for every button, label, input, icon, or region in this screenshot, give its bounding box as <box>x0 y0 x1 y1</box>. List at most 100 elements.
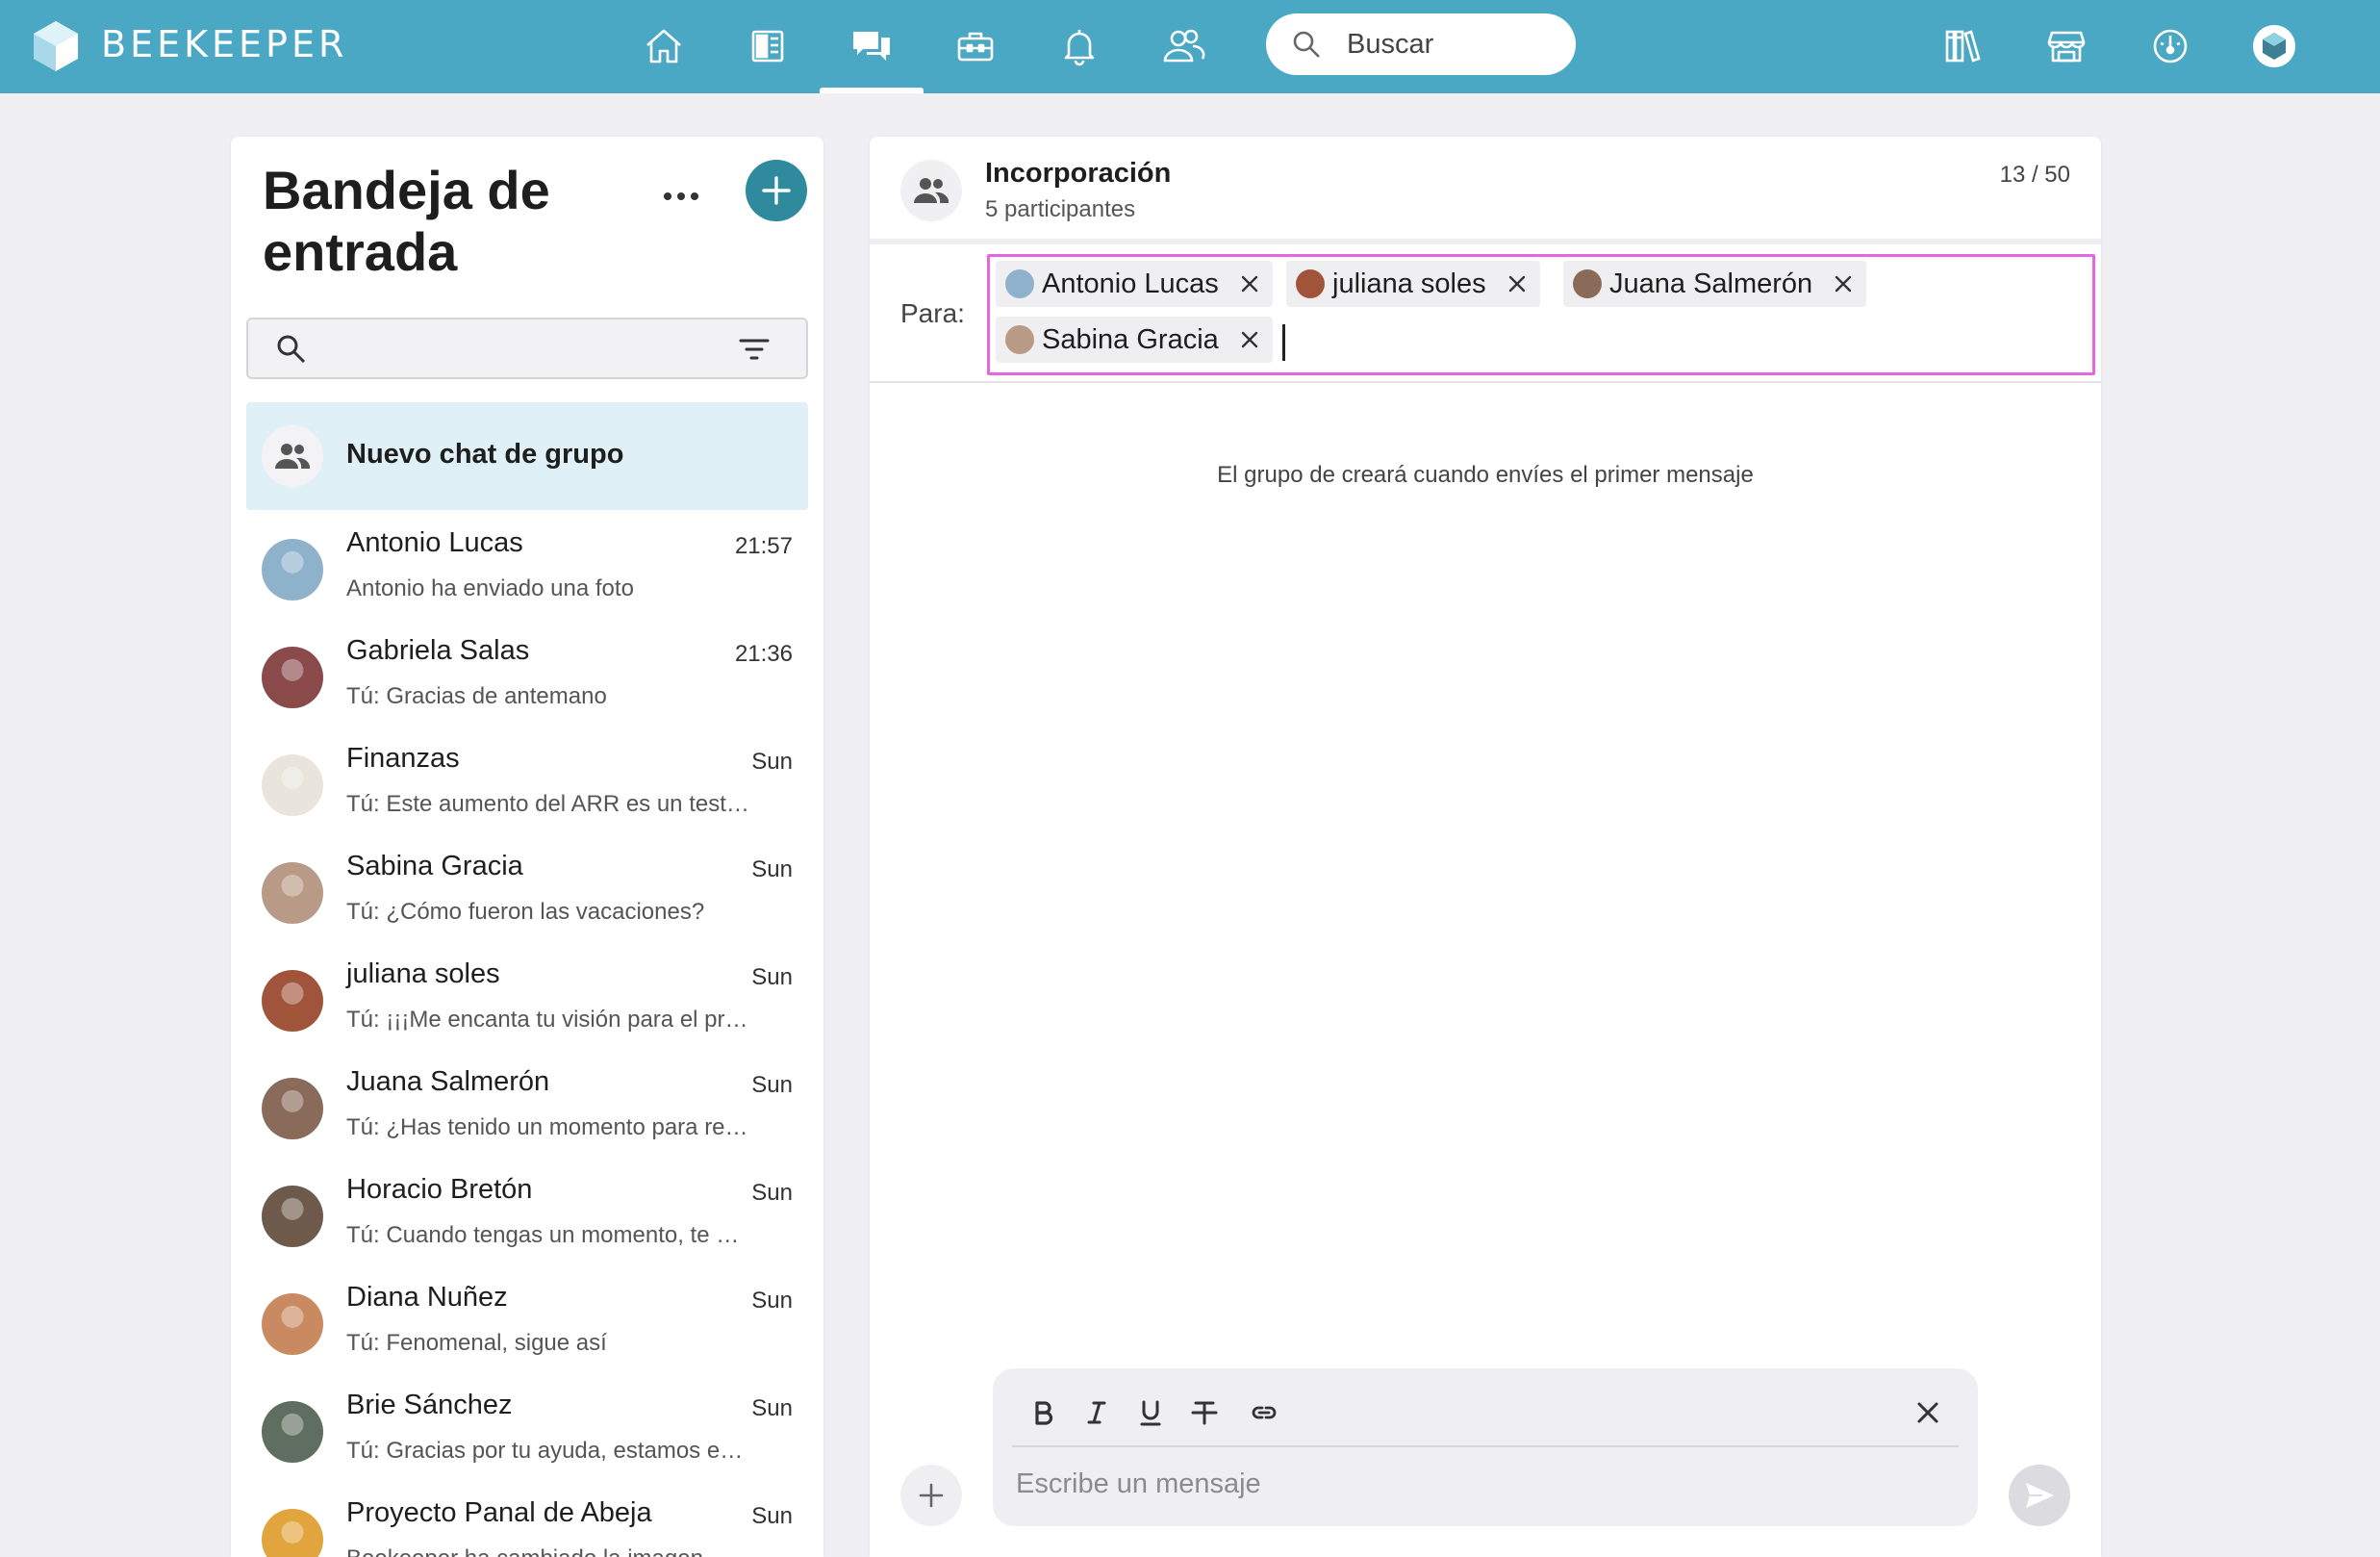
conversation-name: Juana Salmerón <box>346 1066 550 1097</box>
brand-name: BEEKEEPER <box>101 23 348 65</box>
conversation-preview: Tú: ¡¡¡Me encanta tu visión para el proy… <box>346 1007 750 1033</box>
bold-icon <box>1035 1401 1053 1425</box>
conversation-name: Antonio Lucas <box>346 527 523 558</box>
more-options-button[interactable] <box>654 177 708 216</box>
recipient-avatar <box>1296 269 1325 298</box>
news-icon[interactable] <box>741 19 795 73</box>
recipients-field[interactable]: Antonio Lucas juliana soles Juana Salmer… <box>987 254 2095 375</box>
underline-button[interactable] <box>1129 1391 1172 1434</box>
conversation-preview: Tú: Este aumento del ARR es un testimoni… <box>346 791 750 817</box>
conversation-preview: Tú: ¿Cómo fueron las vacaciones? <box>346 899 705 925</box>
recipients-row: Para: Antonio Lucas juliana soles Juana … <box>870 250 2101 383</box>
search-icon <box>1293 31 1320 58</box>
italic-button[interactable] <box>1076 1391 1118 1434</box>
profile-icon[interactable] <box>2247 19 2301 73</box>
top-bar: BEEKEEPER Buscar <box>0 0 2380 93</box>
send-button[interactable] <box>2009 1465 2070 1526</box>
filter-icon[interactable] <box>739 337 770 362</box>
avatar <box>262 862 323 924</box>
conversation-item[interactable]: Sabina Gracia Sun Tú: ¿Cómo fueron las vac… <box>246 839 808 947</box>
recipient-avatar <box>1005 269 1034 298</box>
global-search-placeholder: Buscar <box>1347 28 1434 60</box>
avatar <box>262 647 323 708</box>
chat-panel: Incorporación 5 participantes 13 / 50 Pa… <box>870 137 2101 1557</box>
recipient-chip: Juana Salmerón <box>1563 261 1867 307</box>
conversation-time: 21:36 <box>734 641 793 667</box>
conversation-time: Sun <box>751 749 793 775</box>
conversation-item[interactable]: Brie Sánchez Sun Tú: Gracias por tu ayuda,… <box>246 1378 808 1486</box>
conversation-name: Horacio Bretón <box>346 1174 533 1205</box>
group-avatar[interactable] <box>900 160 962 221</box>
conversation-item[interactable]: Antonio Lucas 21:57 Antonio ha enviado una… <box>246 516 808 624</box>
conversation-time: 21:57 <box>734 533 793 559</box>
group-avatar <box>262 425 323 487</box>
conversation-preview: Tú: Cuando tengas un momento, te agradec… <box>346 1222 750 1248</box>
people-icon[interactable] <box>1156 19 1210 73</box>
conversation-preview: Beekeeper ha cambiado la imagen <box>346 1545 750 1557</box>
home-icon[interactable] <box>637 19 691 73</box>
recipient-name: juliana soles <box>1332 268 1486 299</box>
conversation-name: Proyecto Panal de Abeja <box>346 1497 652 1528</box>
conversation-item[interactable]: Gabriela Salas 21:36 Tú: Gracias de antema… <box>246 624 808 731</box>
conversation-preview: Tú: Fenomenal, sigue así <box>346 1330 607 1356</box>
attach-button[interactable] <box>900 1465 962 1526</box>
avatar <box>262 1401 323 1463</box>
message-input[interactable] <box>1016 1455 1939 1513</box>
recipient-chip: Antonio Lucas <box>996 261 1273 307</box>
beekeeper-logo-icon[interactable] <box>32 19 80 73</box>
chat-icon[interactable] <box>845 19 899 73</box>
bell-icon[interactable] <box>1052 19 1106 73</box>
new-group-chat-label: Nuevo chat de grupo <box>346 439 624 470</box>
recipient-avatar <box>1573 269 1602 298</box>
title-char-counter: 13 / 50 <box>1999 162 2070 188</box>
more-horizontal-icon <box>664 192 698 200</box>
plus-icon <box>762 176 791 205</box>
conversation-time: Sun <box>751 856 793 882</box>
avatar <box>262 539 323 600</box>
close-formatting-button[interactable] <box>1907 1391 1949 1434</box>
conversation-list: Antonio Lucas 21:57 Antonio ha enviado una… <box>246 516 808 1557</box>
avatar <box>262 1186 323 1247</box>
toolbox-icon[interactable] <box>949 19 1002 73</box>
conversation-item[interactable]: Finanzas Sun Tú: Este aumento del ARR es u… <box>246 731 808 839</box>
inbox-search-input[interactable] <box>246 318 808 379</box>
conversation-name: Gabriela Salas <box>346 635 530 666</box>
remove-recipient-icon[interactable] <box>1238 328 1261 351</box>
group-icon <box>275 444 311 469</box>
chat-title[interactable]: Incorporación <box>985 158 1171 190</box>
bold-button[interactable] <box>1022 1391 1064 1434</box>
send-icon <box>2026 1483 2054 1508</box>
remove-recipient-icon[interactable] <box>1506 272 1529 295</box>
new-chat-button[interactable] <box>746 160 807 221</box>
avatar <box>262 1509 323 1557</box>
conversation-time: Sun <box>751 1288 793 1314</box>
conversation-item[interactable]: Diana Nuñez Sun Tú: Fenomenal, sigue así <box>246 1270 808 1378</box>
new-group-chat-item[interactable]: Nuevo chat de grupo <box>246 402 808 510</box>
store-icon[interactable] <box>2039 19 2093 73</box>
text-caret <box>1282 324 1285 361</box>
conversation-name: Diana Nuñez <box>346 1282 508 1313</box>
dashboard-icon[interactable] <box>2143 19 2197 73</box>
conversation-item[interactable]: Juana Salmerón Sun Tú: ¿Has tenido un mome… <box>246 1055 808 1162</box>
recipient-avatar <box>1005 325 1034 354</box>
conversation-time: Sun <box>751 1503 793 1529</box>
global-search[interactable]: Buscar <box>1266 13 1576 75</box>
chat-header: Incorporación 5 participantes 13 / 50 <box>870 137 2101 244</box>
strikethrough-button[interactable] <box>1183 1391 1226 1434</box>
remove-recipient-icon[interactable] <box>1832 272 1855 295</box>
conversation-item[interactable]: juliana soles Sun Tú: ¡¡¡Me encanta tu vis… <box>246 947 808 1055</box>
conversation-time: Sun <box>751 1072 793 1098</box>
conversation-name: juliana soles <box>346 958 500 989</box>
library-icon[interactable] <box>1936 19 1989 73</box>
conversation-item[interactable]: Proyecto Panal de Abeja Sun Beekeeper ha c… <box>246 1486 808 1557</box>
plus-icon <box>919 1483 944 1508</box>
composer-divider <box>1012 1445 1959 1447</box>
remove-recipient-icon[interactable] <box>1238 272 1261 295</box>
conversation-name: Finanzas <box>346 743 460 774</box>
group-icon <box>914 178 949 203</box>
strikethrough-icon <box>1191 1401 1218 1425</box>
conversation-item[interactable]: Horacio Bretón Sun Tú: Cuando tengas un mo… <box>246 1162 808 1270</box>
link-button[interactable] <box>1243 1391 1285 1434</box>
conversation-preview: Tú: ¿Has tenido un momento para revisar <box>346 1114 750 1140</box>
conversation-name: Brie Sánchez <box>346 1390 513 1420</box>
